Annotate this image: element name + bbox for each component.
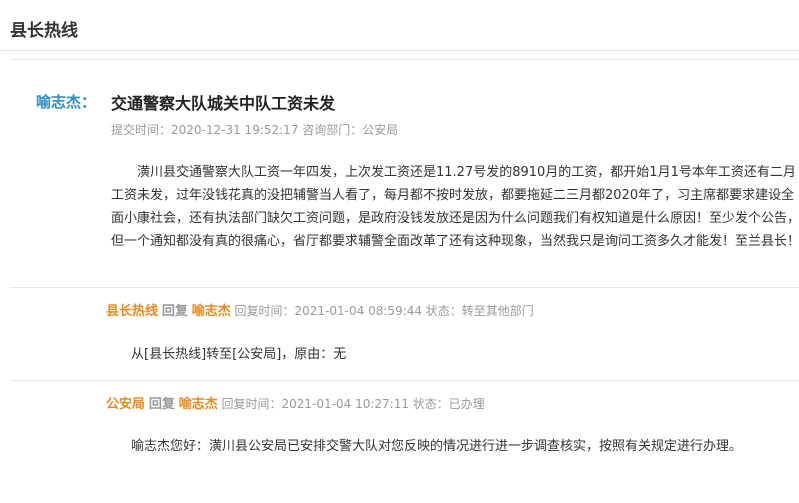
question-meta: 提交时间：2020-12-31 19:52:17 咨询部门：公安局 — [111, 123, 399, 137]
reply-from[interactable]: 县长热线 — [106, 304, 158, 319]
question-body: 潢川县交通警察大队工资一年四发，上次发工资还是11.27号发的8910月的工资，… — [111, 165, 799, 249]
page-title: 县长热线 — [10, 21, 78, 41]
reply-divider — [10, 287, 799, 288]
question-title: 交通警察大队城关中队工资未发 — [111, 94, 336, 113]
reply-verb: 回复 — [148, 397, 175, 412]
reply-to[interactable]: 喻志杰 — [192, 304, 231, 319]
reply-body: 喻志杰您好：潢川县公安局已安排交警大队对您反映的情况进行进一步调查核实，按照有关… — [131, 439, 743, 454]
reply-verb: 回复 — [161, 304, 188, 319]
header-divider — [0, 50, 799, 51]
reply-divider — [10, 380, 799, 381]
asker-name[interactable]: 喻志杰： — [36, 91, 96, 112]
reply-body: 从[县长热线]转至[公安局]，原由：无 — [131, 347, 347, 362]
reply-meta: 回复时间：2021-01-04 08:59:44 状态：转至其他部门 — [234, 304, 534, 318]
page-header: 县长热线 — [0, 0, 799, 50]
reply-header: 县长热线 回复 喻志杰 回复时间：2021-01-04 08:59:44 状态：… — [106, 300, 534, 319]
reply-from[interactable]: 公安局 — [106, 397, 145, 412]
reply-header: 公安局 回复 喻志杰 回复时间：2021-01-04 10:27:11 状态：已… — [106, 393, 485, 412]
reply-meta: 回复时间：2021-01-04 10:27:11 状态：已办理 — [221, 397, 485, 411]
reply-to[interactable]: 喻志杰 — [179, 397, 218, 412]
